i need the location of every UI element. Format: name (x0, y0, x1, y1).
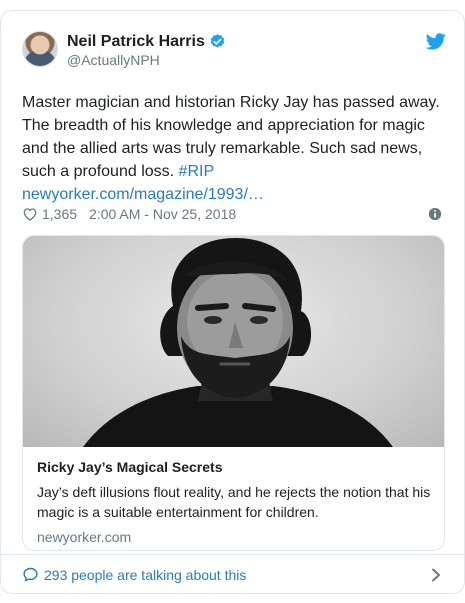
portrait-photo (83, 238, 393, 447)
card-title[interactable]: Ricky Jay’s Magical Secrets (37, 458, 432, 476)
conversation-footer[interactable]: 293 people are talking about this (1, 554, 464, 594)
like-count[interactable]: 1,365 (42, 206, 77, 222)
author-display-name[interactable]: Neil Patrick Harris (67, 33, 205, 51)
card-image (23, 236, 444, 447)
card-domain: newyorker.com (37, 529, 132, 545)
info-icon[interactable] (428, 207, 442, 221)
hashtag-link[interactable]: #RIP (179, 163, 215, 180)
avatar[interactable] (22, 31, 58, 67)
twitter-bird-icon[interactable] (426, 33, 446, 50)
reply-bubble-icon (23, 567, 38, 582)
card-body: Ricky Jay’s Magical Secrets Jay’s deft i… (37, 458, 432, 546)
article-link[interactable]: newyorker.com/magazine/1993/… (22, 186, 264, 203)
conversation-count[interactable]: 293 people are talking about this (44, 567, 246, 583)
verified-badge-icon (210, 34, 225, 48)
tweet-body: Master magician and historian Ricky Jay … (22, 94, 440, 180)
tweet-meta: 1,365 2:00 AM - Nov 25, 2018 (22, 204, 446, 224)
heart-icon[interactable] (22, 206, 38, 222)
timestamp[interactable]: 2:00 AM - Nov 25, 2018 (89, 206, 236, 222)
link-preview-card[interactable]: Ricky Jay’s Magical Secrets Jay’s deft i… (22, 235, 445, 551)
embedded-tweet: Neil Patrick Harris @ActuallyNPH Master … (0, 10, 465, 594)
card-description: Jay’s deft illusions flout reality, and … (37, 484, 431, 520)
chevron-right-icon[interactable] (430, 568, 442, 582)
author-handle[interactable]: @ActuallyNPH (67, 52, 160, 68)
tweet-text: Master magician and historian Ricky Jay … (22, 91, 448, 206)
author-name-row[interactable]: Neil Patrick Harris (67, 31, 226, 52)
tweet-header: Neil Patrick Harris @ActuallyNPH (22, 31, 446, 71)
